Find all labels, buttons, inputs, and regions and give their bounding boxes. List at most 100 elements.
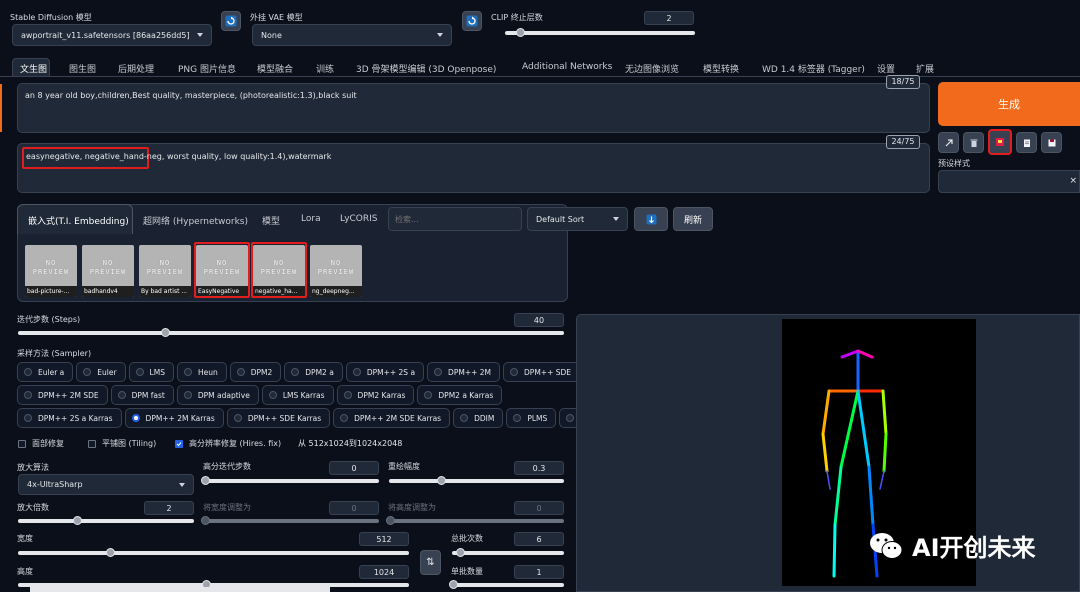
- sampler-option[interactable]: DPM2: [229, 362, 282, 382]
- tab-merge[interactable]: 模型融合: [257, 62, 293, 75]
- resize-width-value[interactable]: 0: [329, 501, 379, 515]
- radio-button[interactable]: [510, 368, 519, 376]
- batch-count-value[interactable]: 6: [514, 532, 564, 546]
- tab-img2img[interactable]: 图生图: [69, 62, 96, 75]
- sd-model-dropdown[interactable]: awportrait_v11.safetensors [86aa256dd5]: [12, 24, 212, 46]
- style-dropdown[interactable]: ×: [938, 170, 1080, 193]
- hires-option[interactable]: 高分辨率修复 (Hires. fix): [175, 438, 281, 449]
- sampler-option[interactable]: DPM++ 2M SDE: [17, 385, 108, 405]
- radio-button[interactable]: [183, 368, 192, 376]
- resize-height-value[interactable]: 0: [514, 501, 564, 515]
- sampler-option[interactable]: DPM2 a Karras: [417, 385, 503, 405]
- width-value[interactable]: 512: [359, 532, 409, 546]
- negative-prompt-textarea[interactable]: easynegative, negative_hand-neg, worst q…: [17, 143, 930, 193]
- batch-count-slider[interactable]: [452, 548, 564, 557]
- sampler-option[interactable]: DPM adaptive: [176, 385, 259, 405]
- radio-button[interactable]: [236, 368, 245, 376]
- swap-dimensions-button[interactable]: ⇅: [420, 550, 441, 575]
- hires-steps-thumb[interactable]: [201, 476, 210, 485]
- radio-button[interactable]: [233, 414, 242, 422]
- tab-image-browser[interactable]: 无边图像浏览: [625, 62, 679, 75]
- steps-value[interactable]: 40: [514, 313, 564, 327]
- sampler-option[interactable]: PLMS: [506, 408, 557, 428]
- sampler-option[interactable]: DPM fast: [110, 385, 174, 405]
- resize-width-thumb[interactable]: [201, 516, 210, 525]
- clip-slider[interactable]: [505, 28, 695, 37]
- sampler-option[interactable]: DPM++ 2M SDE Karras: [333, 408, 451, 428]
- face-restore-option[interactable]: 面部修复: [18, 438, 64, 449]
- steps-slider[interactable]: [18, 328, 564, 337]
- resize-height-slider[interactable]: [386, 516, 564, 525]
- tab-openpose[interactable]: 3D 骨架模型编辑 (3D Openpose): [356, 62, 496, 75]
- radio-button[interactable]: [24, 391, 32, 399]
- hires-steps-slider[interactable]: [201, 476, 379, 485]
- sampler-option[interactable]: DPM++ SDE Karras: [226, 408, 331, 428]
- sampler-option[interactable]: DPM2 a: [284, 362, 343, 382]
- radio-button[interactable]: [460, 414, 469, 422]
- sampler-option[interactable]: DPM++ 2M Karras: [124, 408, 224, 428]
- embedding-card[interactable]: NO PREVIEW ng_deepneg...: [310, 245, 362, 297]
- resize-width-slider[interactable]: [201, 516, 379, 525]
- clear-prompt-button[interactable]: [963, 132, 984, 153]
- radio-button[interactable]: [352, 368, 361, 376]
- sort-dropdown[interactable]: Default Sort: [527, 207, 628, 231]
- tab-png-info[interactable]: PNG 图片信息: [178, 62, 236, 75]
- sampler-option[interactable]: DPM++ 2S a: [345, 362, 425, 382]
- refresh-models-button[interactable]: [221, 11, 241, 31]
- scale-thumb[interactable]: [73, 516, 82, 525]
- batch-size-slider[interactable]: [449, 580, 564, 589]
- radio-button[interactable]: [131, 414, 140, 422]
- vae-dropdown[interactable]: None: [252, 24, 452, 46]
- radio-button[interactable]: [566, 414, 575, 422]
- radio-button[interactable]: [291, 368, 300, 376]
- clip-value[interactable]: 2: [644, 11, 694, 25]
- save-style-button[interactable]: [1041, 132, 1062, 153]
- close-icon[interactable]: ×: [1069, 176, 1077, 186]
- resize-height-thumb[interactable]: [386, 516, 395, 525]
- radio-button[interactable]: [24, 368, 32, 376]
- denoise-thumb[interactable]: [437, 476, 446, 485]
- radio-button[interactable]: [434, 368, 443, 376]
- batch-size-thumb[interactable]: [449, 580, 458, 589]
- tab-extensions[interactable]: 扩展: [916, 62, 934, 75]
- sampler-option[interactable]: Heun: [176, 362, 227, 382]
- embedding-card[interactable]: NO PREVIEW badhandv4: [82, 245, 134, 297]
- tiling-option[interactable]: 平铺图 (Tiling): [88, 438, 156, 449]
- refresh-vae-button[interactable]: [462, 11, 482, 31]
- clip-slider-thumb[interactable]: [516, 28, 526, 37]
- radio-button[interactable]: [424, 391, 433, 399]
- sampler-option[interactable]: DPM++ SDE: [503, 362, 581, 382]
- tab-lycoris[interactable]: LyCORIS: [340, 214, 378, 224]
- embedding-card[interactable]: NO PREVIEW By bad artist ...: [139, 245, 191, 297]
- scale-value[interactable]: 2: [144, 501, 194, 515]
- width-slider[interactable]: [18, 548, 409, 557]
- denoise-slider[interactable]: [389, 476, 564, 485]
- embedding-card[interactable]: NO PREVIEW bad-picture-...: [25, 245, 77, 297]
- sampler-option[interactable]: LMS: [128, 362, 174, 382]
- tab-embedding[interactable]: 嵌入式(T.I. Embedding): [28, 214, 129, 227]
- radio-button[interactable]: [24, 414, 32, 422]
- sampler-option[interactable]: Euler: [76, 362, 126, 382]
- width-thumb[interactable]: [106, 548, 115, 557]
- denoise-value[interactable]: 0.3: [514, 461, 564, 475]
- hires-checkbox[interactable]: [175, 439, 183, 448]
- radio-button[interactable]: [117, 391, 126, 399]
- hires-steps-value[interactable]: 0: [329, 461, 379, 475]
- tab-settings[interactable]: 设置: [877, 62, 895, 75]
- tab-extras[interactable]: 后期处理: [118, 62, 154, 75]
- tab-hypernetworks[interactable]: 超网络 (Hypernetworks): [143, 214, 248, 227]
- radio-button[interactable]: [268, 391, 277, 399]
- radio-button[interactable]: [343, 391, 352, 399]
- tab-additional-networks[interactable]: Additional Networks: [522, 62, 612, 72]
- sampler-option[interactable]: Euler a: [17, 362, 74, 382]
- tab-lora[interactable]: Lora: [301, 214, 321, 224]
- batch-count-thumb[interactable]: [456, 548, 465, 557]
- refresh-networks-button[interactable]: 刷新: [673, 207, 713, 231]
- radio-button[interactable]: [83, 368, 92, 376]
- tiling-checkbox[interactable]: [88, 439, 96, 448]
- tab-tagger[interactable]: WD 1.4 标签器 (Tagger): [762, 62, 865, 75]
- sampler-option[interactable]: LMS Karras: [261, 385, 334, 405]
- upscaler-dropdown[interactable]: 4x-UltraSharp: [18, 474, 194, 495]
- height-value[interactable]: 1024: [359, 565, 409, 579]
- sampler-option[interactable]: DDIM: [453, 408, 504, 428]
